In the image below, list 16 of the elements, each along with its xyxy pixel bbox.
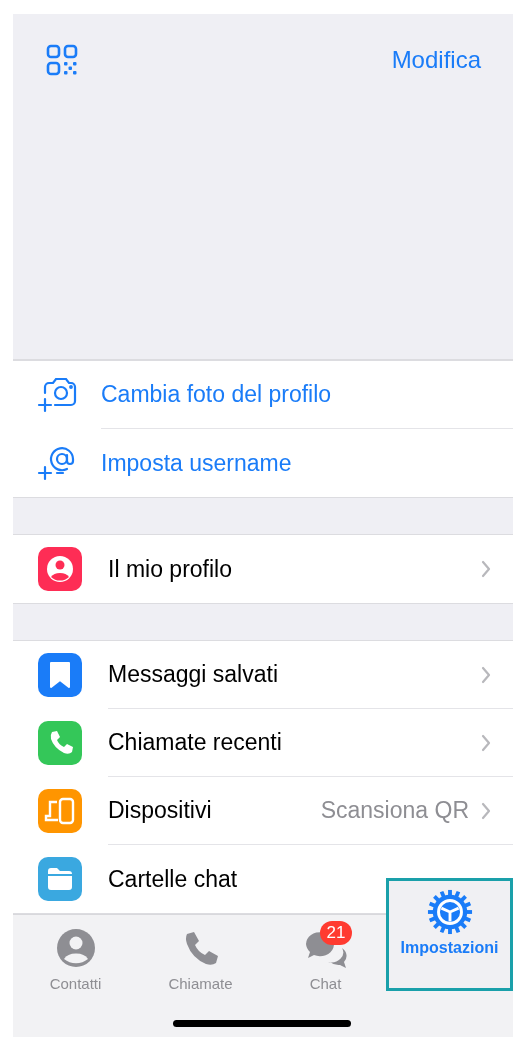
- unread-badge: 21: [319, 921, 353, 945]
- person-icon: [55, 928, 96, 968]
- edit-button[interactable]: Modifica: [391, 46, 481, 74]
- item-value: Scansiona QR: [320, 797, 469, 824]
- menu-item[interactable]: Messaggi salvati: [108, 661, 279, 688]
- action-link[interactable]: Imposta username: [101, 449, 292, 477]
- action-link[interactable]: Cambia foto del profilo: [101, 381, 332, 408]
- tab[interactable]: Contatti: [13, 915, 138, 992]
- qr-code-icon[interactable]: [46, 44, 78, 76]
- tab[interactable]: Chiamate: [138, 915, 263, 992]
- gear-icon: [426, 889, 473, 935]
- menu-item[interactable]: Il mio profilo: [108, 555, 232, 583]
- menu-item[interactable]: Dispositivi: [108, 797, 212, 824]
- tab[interactable]: Impostazioni: [386, 878, 513, 991]
- menu-item[interactable]: Cartelle chat: [108, 865, 238, 893]
- menu-item[interactable]: Chiamate recenti: [108, 729, 282, 756]
